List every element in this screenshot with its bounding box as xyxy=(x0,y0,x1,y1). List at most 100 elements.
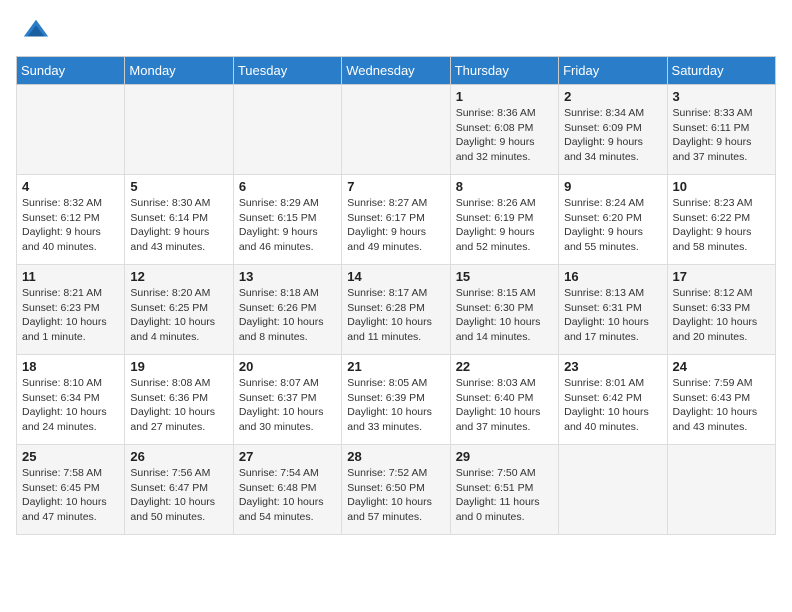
calendar-cell: 14 Sunrise: 8:17 AM Sunset: 6:28 PM Dayli… xyxy=(342,265,450,355)
calendar-cell: 8 Sunrise: 8:26 AM Sunset: 6:19 PM Daylig… xyxy=(450,175,558,265)
day-info: Sunrise: 7:59 AM Sunset: 6:43 PM Dayligh… xyxy=(673,376,770,435)
calendar-cell xyxy=(342,85,450,175)
calendar-cell: 27 Sunrise: 7:54 AM Sunset: 6:48 PM Dayli… xyxy=(233,445,341,535)
day-number: 8 xyxy=(456,179,553,194)
day-info: Sunrise: 7:56 AM Sunset: 6:47 PM Dayligh… xyxy=(130,466,227,525)
day-of-week-header: Monday xyxy=(125,57,233,85)
day-number: 29 xyxy=(456,449,553,464)
calendar-cell: 2 Sunrise: 8:34 AM Sunset: 6:09 PM Daylig… xyxy=(559,85,667,175)
calendar-cell: 25Sunrise: 7:58 AM Sunset: 6:45 PM Dayli… xyxy=(17,445,125,535)
day-number: 18 xyxy=(22,359,119,374)
day-info: Sunrise: 8:13 AM Sunset: 6:31 PM Dayligh… xyxy=(564,286,661,345)
day-of-week-header: Tuesday xyxy=(233,57,341,85)
day-info: Sunrise: 8:18 AM Sunset: 6:26 PM Dayligh… xyxy=(239,286,336,345)
calendar-cell: 24 Sunrise: 7:59 AM Sunset: 6:43 PM Dayli… xyxy=(667,355,775,445)
day-of-week-header: Wednesday xyxy=(342,57,450,85)
calendar-cell: 17 Sunrise: 8:12 AM Sunset: 6:33 PM Dayli… xyxy=(667,265,775,355)
day-number: 7 xyxy=(347,179,444,194)
day-number: 16 xyxy=(564,269,661,284)
day-number: 13 xyxy=(239,269,336,284)
calendar-cell: 16 Sunrise: 8:13 AM Sunset: 6:31 PM Dayli… xyxy=(559,265,667,355)
calendar-cell: 20 Sunrise: 8:07 AM Sunset: 6:37 PM Dayli… xyxy=(233,355,341,445)
day-number: 2 xyxy=(564,89,661,104)
calendar-cell: 5 Sunrise: 8:30 AM Sunset: 6:14 PM Daylig… xyxy=(125,175,233,265)
day-info: Sunrise: 8:21 AM Sunset: 6:23 PM Dayligh… xyxy=(22,286,119,345)
calendar-week-row: 11 Sunrise: 8:21 AM Sunset: 6:23 PM Dayli… xyxy=(17,265,776,355)
day-info: Sunrise: 8:30 AM Sunset: 6:14 PM Dayligh… xyxy=(130,196,227,255)
day-info: Sunrise: 8:32 AM Sunset: 6:12 PM Dayligh… xyxy=(22,196,119,255)
day-number: 5 xyxy=(130,179,227,194)
day-info: Sunrise: 8:23 AM Sunset: 6:22 PM Dayligh… xyxy=(673,196,770,255)
day-info: Sunrise: 8:24 AM Sunset: 6:20 PM Dayligh… xyxy=(564,196,661,255)
calendar-cell: 6 Sunrise: 8:29 AM Sunset: 6:15 PM Daylig… xyxy=(233,175,341,265)
day-of-week-header: Sunday xyxy=(17,57,125,85)
day-number: 3 xyxy=(673,89,770,104)
day-number: 15 xyxy=(456,269,553,284)
calendar-cell: 22 Sunrise: 8:03 AM Sunset: 6:40 PM Dayli… xyxy=(450,355,558,445)
header xyxy=(16,16,776,44)
day-number: 12 xyxy=(130,269,227,284)
day-info: Sunrise: 8:17 AM Sunset: 6:28 PM Dayligh… xyxy=(347,286,444,345)
calendar-cell: 21 Sunrise: 8:05 AM Sunset: 6:39 PM Dayli… xyxy=(342,355,450,445)
calendar-cell xyxy=(233,85,341,175)
calendar-week-row: 1Sunrise: 8:36 AM Sunset: 6:08 PM Daylig… xyxy=(17,85,776,175)
day-info: Sunrise: 7:54 AM Sunset: 6:48 PM Dayligh… xyxy=(239,466,336,525)
day-info: Sunrise: 8:05 AM Sunset: 6:39 PM Dayligh… xyxy=(347,376,444,435)
calendar-cell: 26 Sunrise: 7:56 AM Sunset: 6:47 PM Dayli… xyxy=(125,445,233,535)
day-number: 26 xyxy=(130,449,227,464)
day-number: 11 xyxy=(22,269,119,284)
day-info: Sunrise: 8:26 AM Sunset: 6:19 PM Dayligh… xyxy=(456,196,553,255)
day-info: Sunrise: 8:33 AM Sunset: 6:11 PM Dayligh… xyxy=(673,106,770,165)
day-info: Sunrise: 8:29 AM Sunset: 6:15 PM Dayligh… xyxy=(239,196,336,255)
calendar: SundayMondayTuesdayWednesdayThursdayFrid… xyxy=(16,56,776,535)
day-number: 10 xyxy=(673,179,770,194)
day-number: 17 xyxy=(673,269,770,284)
day-info: Sunrise: 8:27 AM Sunset: 6:17 PM Dayligh… xyxy=(347,196,444,255)
day-number: 27 xyxy=(239,449,336,464)
day-info: Sunrise: 8:15 AM Sunset: 6:30 PM Dayligh… xyxy=(456,286,553,345)
calendar-cell: 15 Sunrise: 8:15 AM Sunset: 6:30 PM Dayli… xyxy=(450,265,558,355)
day-number: 6 xyxy=(239,179,336,194)
day-info: Sunrise: 8:01 AM Sunset: 6:42 PM Dayligh… xyxy=(564,376,661,435)
day-info: Sunrise: 7:52 AM Sunset: 6:50 PM Dayligh… xyxy=(347,466,444,525)
day-number: 21 xyxy=(347,359,444,374)
day-of-week-header: Saturday xyxy=(667,57,775,85)
calendar-cell xyxy=(667,445,775,535)
day-number: 23 xyxy=(564,359,661,374)
day-number: 25 xyxy=(22,449,119,464)
day-info: Sunrise: 8:34 AM Sunset: 6:09 PM Dayligh… xyxy=(564,106,661,165)
calendar-week-row: 25Sunrise: 7:58 AM Sunset: 6:45 PM Dayli… xyxy=(17,445,776,535)
calendar-cell: 19Sunrise: 8:08 AM Sunset: 6:36 PM Dayli… xyxy=(125,355,233,445)
day-of-week-header: Thursday xyxy=(450,57,558,85)
calendar-cell: 18Sunrise: 8:10 AM Sunset: 6:34 PM Dayli… xyxy=(17,355,125,445)
day-number: 28 xyxy=(347,449,444,464)
calendar-week-row: 18Sunrise: 8:10 AM Sunset: 6:34 PM Dayli… xyxy=(17,355,776,445)
calendar-cell: 7 Sunrise: 8:27 AM Sunset: 6:17 PM Daylig… xyxy=(342,175,450,265)
day-number: 9 xyxy=(564,179,661,194)
day-number: 20 xyxy=(239,359,336,374)
day-info: Sunrise: 7:50 AM Sunset: 6:51 PM Dayligh… xyxy=(456,466,553,525)
day-number: 14 xyxy=(347,269,444,284)
calendar-cell: 12 Sunrise: 8:20 AM Sunset: 6:25 PM Dayli… xyxy=(125,265,233,355)
calendar-header-row: SundayMondayTuesdayWednesdayThursdayFrid… xyxy=(17,57,776,85)
calendar-cell: 4 Sunrise: 8:32 AM Sunset: 6:12 PM Daylig… xyxy=(17,175,125,265)
day-number: 24 xyxy=(673,359,770,374)
day-number: 4 xyxy=(22,179,119,194)
calendar-cell: 28 Sunrise: 7:52 AM Sunset: 6:50 PM Dayli… xyxy=(342,445,450,535)
calendar-week-row: 4 Sunrise: 8:32 AM Sunset: 6:12 PM Daylig… xyxy=(17,175,776,265)
day-number: 19 xyxy=(130,359,227,374)
day-of-week-header: Friday xyxy=(559,57,667,85)
calendar-cell: 9 Sunrise: 8:24 AM Sunset: 6:20 PM Daylig… xyxy=(559,175,667,265)
logo-icon xyxy=(22,16,50,44)
calendar-cell: 29 Sunrise: 7:50 AM Sunset: 6:51 PM Dayli… xyxy=(450,445,558,535)
calendar-cell: 11 Sunrise: 8:21 AM Sunset: 6:23 PM Dayli… xyxy=(17,265,125,355)
day-info: Sunrise: 8:03 AM Sunset: 6:40 PM Dayligh… xyxy=(456,376,553,435)
calendar-cell xyxy=(559,445,667,535)
day-number: 22 xyxy=(456,359,553,374)
calendar-cell: 1Sunrise: 8:36 AM Sunset: 6:08 PM Daylig… xyxy=(450,85,558,175)
calendar-cell xyxy=(17,85,125,175)
calendar-cell: 23 Sunrise: 8:01 AM Sunset: 6:42 PM Dayli… xyxy=(559,355,667,445)
day-info: Sunrise: 8:12 AM Sunset: 6:33 PM Dayligh… xyxy=(673,286,770,345)
day-info: Sunrise: 8:07 AM Sunset: 6:37 PM Dayligh… xyxy=(239,376,336,435)
day-info: Sunrise: 8:20 AM Sunset: 6:25 PM Dayligh… xyxy=(130,286,227,345)
